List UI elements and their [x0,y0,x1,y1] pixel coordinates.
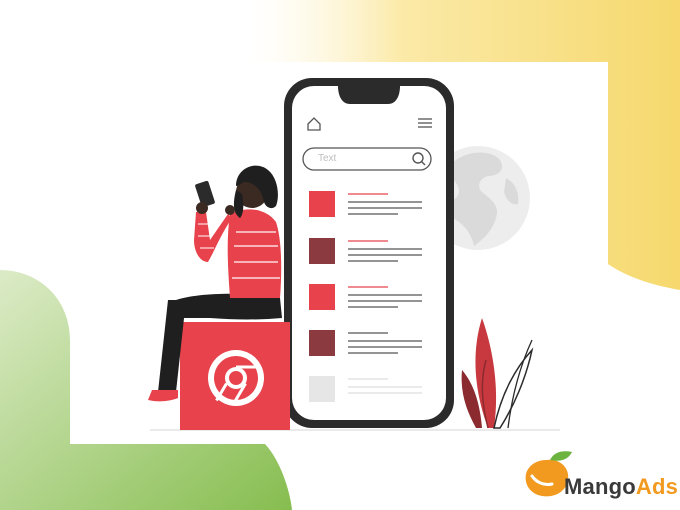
plant-decoration [461,318,534,429]
illustration [148,78,560,431]
search-placeholder[interactable]: Text [318,153,336,164]
brand-logo: MangoAds [516,446,679,502]
brand-name-part2: Ads [635,474,679,499]
browser-logo-icon [208,350,264,406]
brand-name-part1: Mango [564,474,636,499]
